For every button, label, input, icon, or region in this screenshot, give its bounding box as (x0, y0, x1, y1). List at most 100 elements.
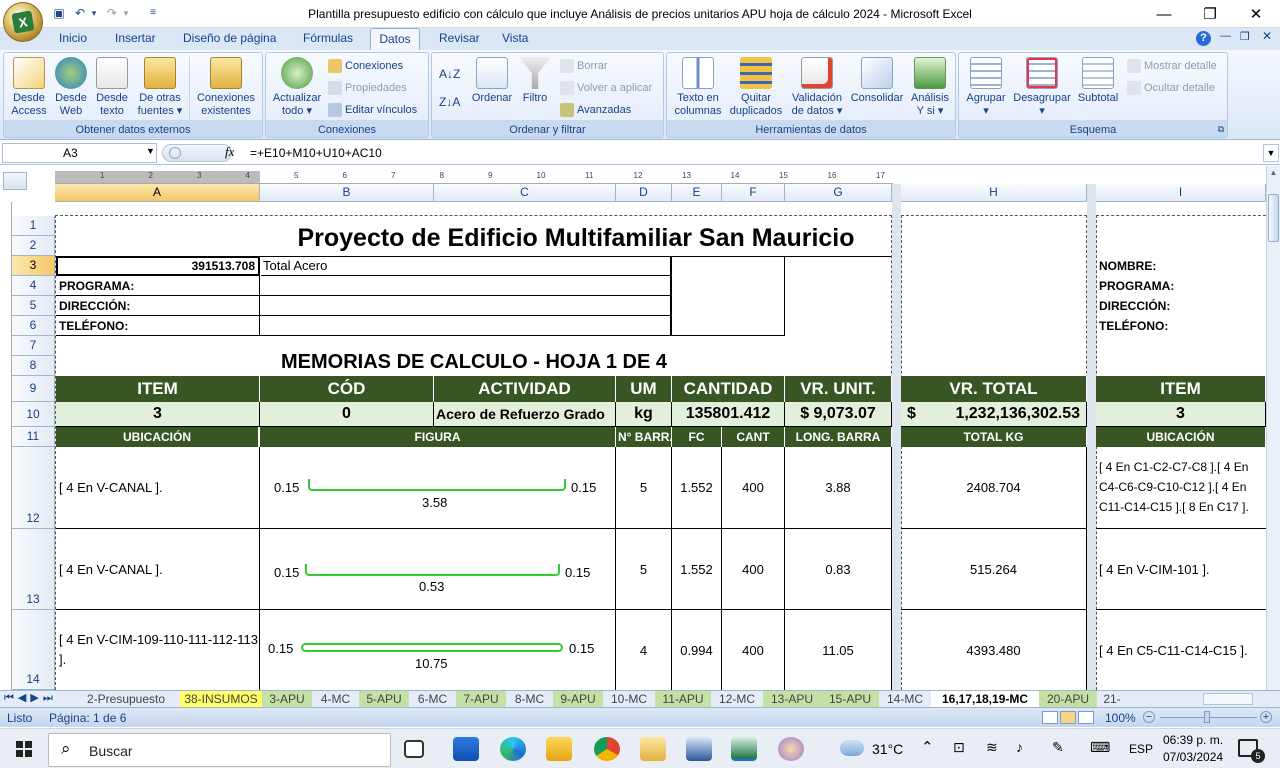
tab-insertar[interactable]: Insertar (109, 28, 162, 50)
sheet-nav-icons[interactable]: ⏮◀▶⏭ (4, 691, 57, 705)
row-header-3[interactable]: 3 (12, 256, 55, 276)
cell-n-barra-row14[interactable]: 4 (616, 610, 672, 690)
cell-ubicacion-row13[interactable]: [ 4 En V-CANAL ]. (56, 529, 260, 610)
formula-input[interactable]: =+E10+M10+U10+AC10 (250, 146, 382, 160)
row-header-13[interactable]: 13 (12, 529, 55, 610)
cell-b3[interactable]: Total Acero (261, 256, 671, 276)
edge-icon[interactable] (500, 737, 526, 761)
expand-circle-icon[interactable] (169, 147, 181, 159)
row-header-6[interactable]: 6 (12, 316, 55, 336)
cell-cant-row12[interactable]: 400 (722, 447, 785, 529)
header-cantidad[interactable]: CANTIDAD (672, 376, 785, 402)
page-layout-view-icon[interactable] (1060, 711, 1076, 724)
cell-b6[interactable] (260, 316, 671, 336)
label-programa-2[interactable]: PROGRAMA: (1096, 276, 1266, 296)
sheet-tab[interactable]: 13-APU (763, 691, 821, 707)
minimize-button[interactable]: — (1141, 0, 1187, 28)
windows-start-icon[interactable] (16, 741, 32, 757)
tab-revisar[interactable]: Revisar (433, 28, 486, 50)
task-view-icon[interactable] (404, 740, 424, 758)
chrome-icon[interactable] (594, 737, 620, 761)
select-all-button[interactable] (3, 172, 27, 190)
scroll-up-icon[interactable]: ▲ (1268, 168, 1279, 180)
label-telefono-2[interactable]: TELÉFONO: (1096, 316, 1266, 336)
row-header-11[interactable]: 11 (12, 427, 55, 447)
subheader-ubicacion[interactable]: UBICACIÓN (56, 427, 259, 447)
subheader-n-barra[interactable]: N° BARRA (616, 427, 672, 447)
row-header-2[interactable]: 2 (12, 236, 55, 256)
ribbon-minimize-icon[interactable]: — (1220, 30, 1231, 42)
row-header-4[interactable]: 4 (12, 276, 55, 296)
row-header-8[interactable]: 8 (12, 356, 55, 376)
row-header-10[interactable]: 10 (12, 402, 55, 427)
network-device-icon[interactable]: ⊡ (953, 739, 965, 756)
row-header-9[interactable]: 9 (12, 376, 55, 402)
validacion-datos-button[interactable]: Validación de datos ▾ (787, 57, 847, 118)
dialog-launcher-icon[interactable]: ⧉ (1218, 124, 1224, 135)
row-header-7[interactable]: 7 (12, 336, 55, 356)
header-vr-total[interactable]: VR. TOTAL (901, 376, 1087, 402)
sheet-tab[interactable]: 12-MC (711, 691, 763, 707)
cell-b5[interactable] (260, 296, 671, 316)
cell-cant-row14[interactable]: 400 (722, 610, 785, 690)
label-telefono[interactable]: TELÉFONO: (56, 316, 260, 336)
cell-e3-box[interactable] (671, 256, 785, 336)
row-header-14[interactable]: 14 (12, 610, 55, 690)
conexiones-existentes-button[interactable]: Conexiones existentes (192, 57, 260, 118)
weather-cloud-icon[interactable] (840, 740, 864, 756)
cell-total-row14[interactable]: 4393.480 (901, 610, 1087, 690)
label-direccion[interactable]: DIRECCIÓN: (56, 296, 260, 316)
label-direccion-2[interactable]: DIRECCIÓN: (1096, 296, 1266, 316)
header-item-2[interactable]: ITEM (1096, 376, 1266, 402)
cell-vr-total[interactable]: $ 1,232,136,302.53 (901, 402, 1087, 427)
analisis-y-si-button[interactable]: Análisis Y si ▾ (907, 57, 953, 118)
cell-ubicacion2-row12[interactable]: [ 4 En C1-C2-C7-C8 ].[ 4 En C4-C6-C9-C10… (1096, 447, 1266, 529)
cell-b4[interactable] (260, 276, 671, 296)
sheet-tab[interactable]: 5-APU (359, 691, 409, 707)
ocultar-detalle-button[interactable]: Ocultar detalle (1127, 81, 1215, 95)
tab-datos[interactable]: Datos (370, 28, 420, 50)
col-header-b[interactable]: B (260, 184, 434, 202)
agrupar-button[interactable]: Agrupar ▾ (962, 57, 1010, 118)
sheet-tab[interactable]: 15-APU (821, 691, 879, 707)
cell-vr-unit[interactable]: $ 9,073.07 (785, 402, 892, 427)
cell-item[interactable]: 3 (56, 402, 260, 427)
expand-formula-bar-icon[interactable]: ▼ (1263, 144, 1279, 162)
page-break-view-icon[interactable] (1078, 711, 1094, 724)
row-header-1[interactable]: 1 (12, 216, 55, 236)
subheader-ubicacion-2[interactable]: UBICACIÓN (1096, 427, 1266, 447)
memorias-heading[interactable]: MEMORIAS DE CALCULO - HOJA 1 DE 4 (56, 348, 892, 376)
insert-function-icon[interactable]: fx (225, 144, 234, 160)
wifi-icon[interactable]: ≋ (986, 739, 998, 756)
filtro-button[interactable]: Filtro (516, 57, 554, 105)
desde-texto-button[interactable]: Desde texto (92, 57, 132, 118)
sheet-tab[interactable]: 11-APU (655, 691, 711, 707)
ordenar-button[interactable]: Ordenar (468, 57, 516, 105)
restore-button[interactable]: ❐ (1187, 0, 1233, 28)
avanzadas-button[interactable]: Avanzadas (560, 103, 631, 117)
excel-taskbar-icon[interactable] (731, 737, 757, 761)
label-nombre[interactable]: NOMBRE: (1096, 256, 1266, 276)
header-item[interactable]: ITEM (56, 376, 260, 402)
cell-long-row13[interactable]: 0.83 (785, 529, 892, 610)
paint-icon[interactable] (778, 737, 804, 761)
name-box[interactable]: A3 (2, 143, 157, 163)
sort-za-button[interactable]: Z↓A (439, 95, 460, 109)
col-header-f[interactable]: F (722, 184, 785, 202)
ribbon-restore-icon[interactable]: ❐ (1240, 30, 1250, 43)
normal-view-icon[interactable] (1042, 711, 1058, 724)
row-header-5[interactable]: 5 (12, 296, 55, 316)
tab-vista[interactable]: Vista (496, 28, 534, 50)
pen-icon[interactable]: ✎ (1052, 739, 1064, 756)
cell-long-row14[interactable]: 11.05 (785, 610, 892, 690)
help-icon[interactable]: ? (1196, 31, 1211, 46)
texto-columnas-button[interactable]: Texto en columnas (670, 57, 726, 118)
cell-cantidad[interactable]: 135801.412 (672, 402, 785, 427)
actualizar-todo-button[interactable]: Actualizar todo ▾ (269, 57, 325, 118)
cell-cod[interactable]: 0 (260, 402, 434, 427)
conexiones-button[interactable]: Conexiones (328, 59, 403, 73)
vertical-scrollbar[interactable]: ▲ (1266, 166, 1280, 690)
zoom-out-icon[interactable]: − (1143, 711, 1155, 723)
sheet-tab[interactable]: 2-Presupuesto (72, 691, 180, 707)
editar-vinculos-button[interactable]: Editar vínculos (328, 103, 417, 117)
